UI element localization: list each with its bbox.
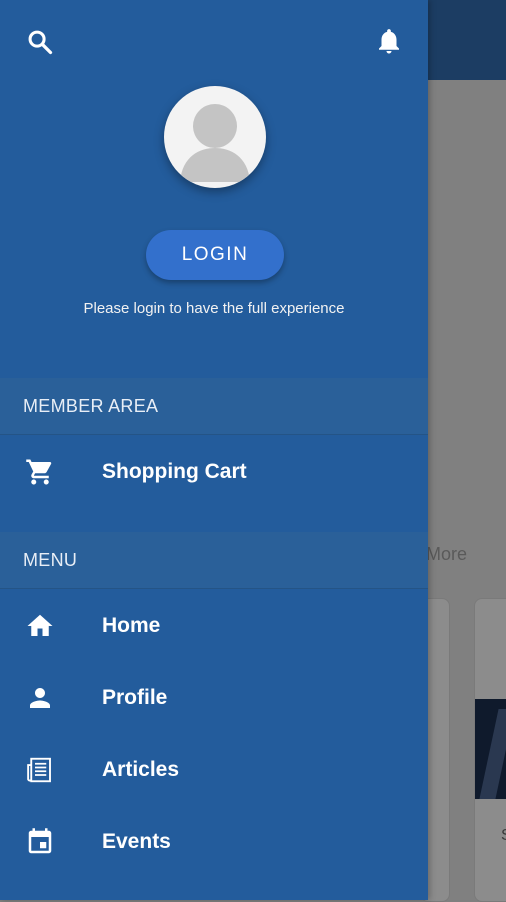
cart-icon: [24, 456, 56, 488]
drawer-item-articles[interactable]: Articles: [0, 734, 428, 806]
calendar-icon: [24, 826, 56, 858]
menu-title: MENU: [23, 550, 78, 570]
drawer-item-events[interactable]: Events: [0, 806, 428, 878]
background-card-image: [475, 699, 506, 799]
drawer-item-label: Home: [102, 614, 161, 637]
member-area-title: MEMBER AREA: [23, 396, 159, 416]
person-icon: [24, 682, 56, 714]
member-area-header: MEMBER AREA: [0, 378, 428, 435]
drawer-item-shopping-cart[interactable]: Shopping Cart: [0, 436, 428, 508]
background-card: S: [474, 598, 506, 902]
home-icon: [24, 610, 56, 642]
login-button[interactable]: LOGIN: [146, 230, 284, 280]
bell-icon[interactable]: [370, 22, 408, 60]
drawer-item-home[interactable]: Home: [0, 590, 428, 662]
avatar-placeholder-icon: [164, 86, 266, 188]
search-icon[interactable]: [22, 24, 58, 60]
menu-header: MENU: [0, 532, 428, 589]
background-card-title: S: [501, 827, 506, 845]
drawer-item-label: Shopping Cart: [102, 460, 247, 483]
newspaper-icon: [24, 754, 56, 786]
navigation-drawer: LOGIN Please login to have the full expe…: [0, 0, 428, 900]
login-hint-text: Please login to have the full experience: [83, 300, 345, 317]
drawer-item-profile[interactable]: Profile: [0, 662, 428, 734]
drawer-item-label: Articles: [102, 758, 180, 781]
drawer-item-label: Events: [102, 830, 171, 853]
drawer-item-label: Profile: [102, 686, 168, 709]
